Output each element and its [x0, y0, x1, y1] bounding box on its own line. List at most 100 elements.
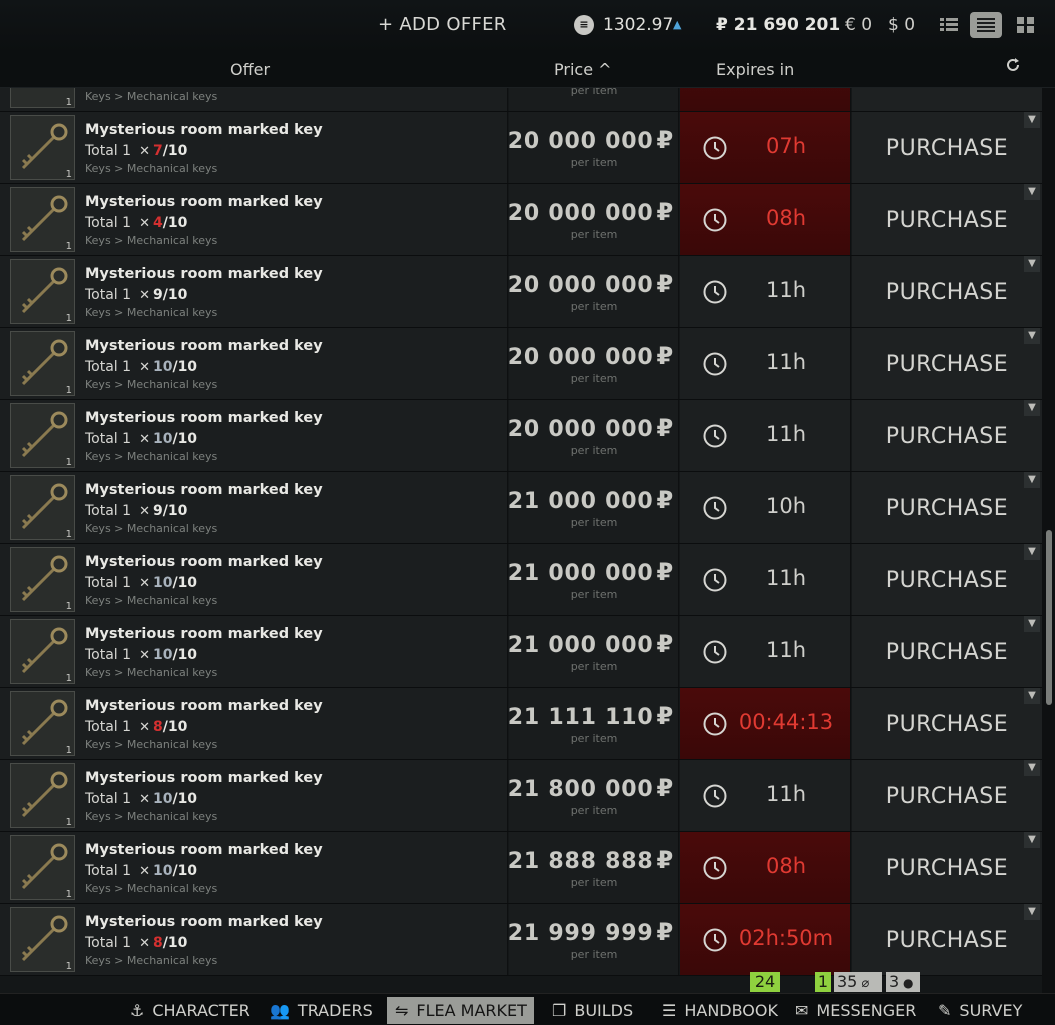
chevron-down-icon[interactable]: ▼ — [1024, 112, 1040, 128]
item-name[interactable]: Mysterious room marked key — [85, 410, 323, 426]
purchase-button[interactable]: PURCHASE ▼ — [852, 400, 1042, 471]
nav-handbook[interactable]: ☰ HANDBOOK — [654, 997, 786, 1024]
expires-time: 11h — [765, 782, 807, 806]
expires-cell: 11h — [680, 544, 851, 615]
purchase-button[interactable]: PURCHASE ▼ — [852, 184, 1042, 255]
purchase-button[interactable]: PURCHASE ▼ — [852, 616, 1042, 687]
key-icon — [21, 915, 68, 962]
item-name[interactable]: Mysterious room marked key — [85, 842, 323, 858]
item-quantity: Total 1 — [85, 647, 132, 663]
item-thumbnail[interactable]: 1 — [10, 259, 75, 324]
item-thumbnail[interactable]: 1 — [10, 331, 75, 396]
item-name[interactable]: Mysterious room marked key — [85, 266, 323, 282]
chevron-down-icon[interactable]: ▼ — [1024, 688, 1040, 704]
purchase-button[interactable]: PURCHASE ▼ — [852, 904, 1042, 975]
expires-cell: 07h — [680, 112, 851, 183]
chevron-down-icon[interactable]: ▼ — [1024, 472, 1040, 488]
item-total: Total 1 ✕ 4/10 — [85, 215, 187, 231]
bottom-nav-bar: ⚓ CHARACTER 👥 TRADERS ⇋ FLEA MARKET ❐ BU… — [0, 993, 1055, 1025]
purchase-button[interactable]: PURCHASE ▼ — [852, 544, 1042, 615]
purchase-button[interactable]: PURCHASE ▼ — [852, 760, 1042, 831]
item-name[interactable]: Mysterious room marked key — [85, 194, 323, 210]
chevron-down-icon[interactable]: ▼ — [1024, 184, 1040, 200]
nav-messenger[interactable]: ✉ MESSENGER — [787, 997, 924, 1024]
nav-builds[interactable]: ❐ BUILDS — [544, 997, 641, 1024]
item-name[interactable]: Mysterious room marked key — [85, 554, 323, 570]
offer-cell: 1 Mysterious room marked key Total 1 ✕ 8/1… — [0, 688, 508, 759]
item-thumbnail[interactable]: 1 — [10, 763, 75, 828]
purchase-button[interactable]: PURCHASE ▼ — [852, 112, 1042, 183]
item-thumbnail[interactable]: 1 — [10, 619, 75, 684]
item-name[interactable]: Mysterious room marked key — [85, 122, 323, 138]
purchase-button[interactable]: PURCHASE ▼ — [852, 472, 1042, 543]
item-thumbnail[interactable]: 1 — [10, 835, 75, 900]
chevron-down-icon[interactable]: ▼ — [1024, 904, 1040, 920]
item-stack-count: 1 — [65, 385, 72, 396]
durability-icon: ✕ — [139, 504, 150, 519]
purchase-button[interactable]: PURCHASE ▼ — [852, 256, 1042, 327]
key-icon — [21, 555, 68, 602]
view-rows-button[interactable] — [970, 12, 1002, 38]
durability-max: /10 — [162, 935, 188, 951]
item-total: Total 1 ✕ 9/10 — [85, 503, 187, 519]
messenger-attachments-badge: 35 ⌀ — [834, 972, 882, 992]
item-thumbnail[interactable]: 1 — [10, 88, 75, 108]
item-thumbnail[interactable]: 1 — [10, 907, 75, 972]
price-cell: 20 000 000 ₽ per item — [507, 328, 679, 399]
view-grid-button[interactable] — [1010, 12, 1042, 38]
item-thumbnail[interactable]: 1 — [10, 115, 75, 180]
item-name[interactable]: Mysterious room marked key — [85, 770, 323, 786]
chevron-down-icon[interactable]: ▼ — [1024, 256, 1040, 272]
chevron-down-icon[interactable]: ▼ — [1024, 760, 1040, 776]
item-name[interactable]: Mysterious room marked key — [85, 626, 323, 642]
durability-max: /10 — [172, 575, 198, 591]
nav-character[interactable]: ⚓ CHARACTER — [122, 997, 258, 1024]
item-thumbnail[interactable]: 1 — [10, 475, 75, 540]
price-cell: 21 000 000 ₽ per item — [507, 616, 679, 687]
key-icon — [21, 699, 68, 746]
refresh-icon — [1007, 58, 1019, 71]
clock-icon — [703, 784, 727, 808]
price-amount: 20 000 000 — [507, 345, 654, 370]
item-thumbnail[interactable]: 1 — [10, 403, 75, 468]
price-amount: 20 000 000 — [507, 417, 654, 442]
offer-price: 20 000 000 ₽ — [508, 414, 674, 442]
expires-time: 00:44:13 — [738, 710, 834, 734]
item-name[interactable]: Mysterious room marked key — [85, 914, 323, 930]
purchase-button[interactable]: PURCHASE ▼ — [852, 832, 1042, 903]
nav-survey[interactable]: ✎ SURVEY — [930, 997, 1030, 1024]
item-name[interactable]: Mysterious room marked key — [85, 338, 323, 354]
messenger-users-badge: 3 ● — [886, 972, 920, 992]
purchase-button[interactable] — [852, 88, 1042, 111]
refresh-button[interactable] — [1004, 56, 1022, 78]
column-price-sort[interactable]: Price ^ — [554, 60, 612, 79]
chevron-down-icon[interactable]: ▼ — [1024, 544, 1040, 560]
purchase-button[interactable]: PURCHASE ▼ — [852, 688, 1042, 759]
price-amount: 21 800 000 — [507, 777, 654, 802]
item-category: Keys > Mechanical keys — [85, 450, 218, 463]
item-name[interactable]: Mysterious room marked key — [85, 698, 323, 714]
item-thumbnail[interactable]: 1 — [10, 691, 75, 756]
chevron-down-icon[interactable]: ▼ — [1024, 328, 1040, 344]
nav-flea-market[interactable]: ⇋ FLEA MARKET — [387, 997, 534, 1024]
nav-traders[interactable]: 👥 TRADERS — [262, 997, 381, 1024]
view-list-button[interactable] — [933, 12, 965, 38]
purchase-button[interactable]: PURCHASE ▼ — [852, 328, 1042, 399]
item-thumbnail[interactable]: 1 — [10, 547, 75, 612]
rouble-icon: ₽ — [656, 270, 674, 298]
item-thumbnail[interactable]: 1 — [10, 187, 75, 252]
add-offer-button[interactable]: + ADD OFFER — [378, 14, 507, 35]
offer-cell: 1 Mysterious room marked key Total 1 ✕ 7/1… — [0, 112, 508, 183]
offers-list: 1 Keys > Mechanical keys per item 1 Myst… — [0, 88, 1042, 993]
price-amount: 21 000 000 — [507, 633, 654, 658]
scrollbar-thumb[interactable] — [1046, 530, 1052, 705]
chevron-down-icon[interactable]: ▼ — [1024, 832, 1040, 848]
expires-cell: 10h — [680, 472, 851, 543]
offer-cell: 1 Mysterious room marked key Total 1 ✕ 10/… — [0, 760, 508, 831]
durability-current: 10 — [152, 647, 173, 663]
durability-current: 9 — [152, 503, 163, 519]
chevron-down-icon[interactable]: ▼ — [1024, 616, 1040, 632]
chevron-down-icon[interactable]: ▼ — [1024, 400, 1040, 416]
price-cell: 21 111 110 ₽ per item — [508, 688, 679, 759]
item-name[interactable]: Mysterious room marked key — [85, 482, 323, 498]
